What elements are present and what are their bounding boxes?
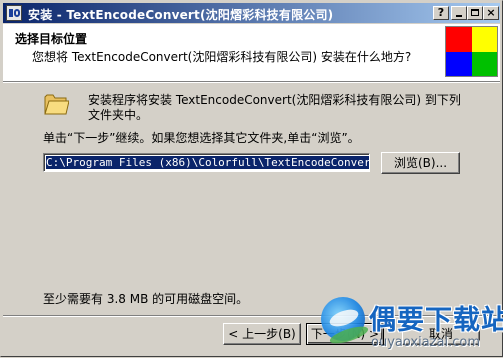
- logo-yellow-square: [471, 27, 497, 52]
- install-description: 安装程序将安装 TextEncodeConvert(沈阳熠彩科技有限公司) 到下…: [88, 93, 461, 122]
- installer-window: 安装 - TextEncodeConvert(沈阳熠彩科技有限公司) ? × 选…: [0, 0, 503, 357]
- install-path-value: C:\Program Files (x86)\Colorfull\TextEnc…: [46, 156, 369, 169]
- back-button[interactable]: < 上一步(B): [223, 323, 301, 345]
- help-button[interactable]: ?: [433, 6, 449, 20]
- app-icon: [6, 5, 22, 21]
- logo-red-square: [446, 27, 472, 52]
- maximize-button[interactable]: [467, 6, 483, 20]
- minimize-button[interactable]: [451, 6, 467, 20]
- disk-space-text: 至少需要有 3.8 MB 的可用磁盘空间。: [43, 292, 249, 306]
- folder-icon: [43, 89, 70, 117]
- header-panel: 选择目标位置 您想将 TextEncodeConvert(沈阳熠彩科技有限公司)…: [3, 24, 500, 81]
- install-path-input[interactable]: C:\Program Files (x86)\Colorfull\TextEnc…: [43, 153, 370, 172]
- window-title: 安装 - TextEncodeConvert(沈阳熠彩科技有限公司): [28, 8, 334, 22]
- page-title: 选择目标位置: [15, 32, 88, 46]
- watermark-site-url: ouyaoxiazai.com: [371, 335, 480, 350]
- logo-blue-square: [446, 51, 472, 76]
- watermark-site-name: 偶要下载站: [369, 305, 503, 336]
- title-bar[interactable]: 安装 - TextEncodeConvert(沈阳熠彩科技有限公司) ? ×: [3, 3, 500, 23]
- logo-green-square: [471, 51, 497, 76]
- header-divider: [3, 81, 500, 83]
- site-watermark: 偶要下载站 ouyaoxiazai.com: [319, 291, 503, 358]
- instruction-text: 单击“下一步”继续。如果您想选择其它文件夹,单击“浏览”。: [43, 131, 360, 145]
- page-subtitle: 您想将 TextEncodeConvert(沈阳熠彩科技有限公司) 安装在什么地…: [32, 50, 412, 64]
- wizard-logo: [445, 26, 498, 77]
- close-button[interactable]: ×: [483, 6, 499, 20]
- browse-button[interactable]: 浏览(B)...: [381, 152, 460, 174]
